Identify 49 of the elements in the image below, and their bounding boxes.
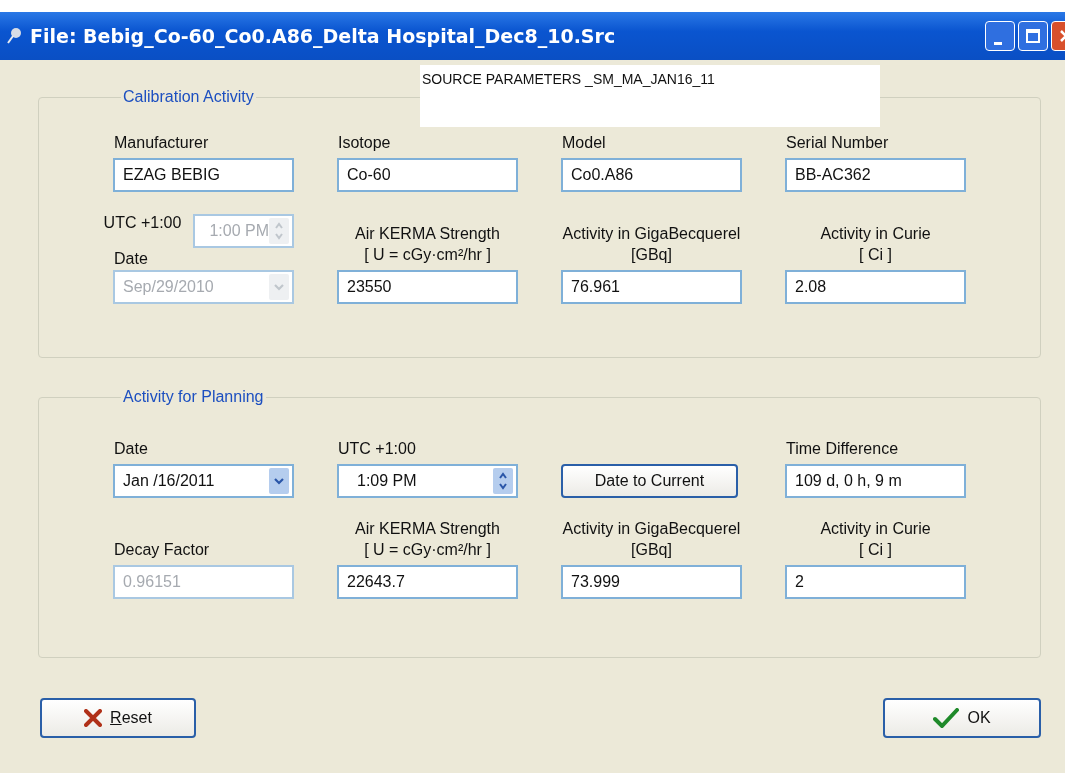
- field-label: Activity in Curie: [820, 225, 931, 243]
- unit-label: [ U = cGy·cm²/hr ]: [364, 246, 491, 264]
- date-to-current-button[interactable]: Date to Current: [561, 464, 738, 498]
- field-label: UTC +1:00: [338, 440, 416, 458]
- text-field[interactable]: 73.999: [561, 565, 742, 599]
- group-title: Activity for Planning: [122, 388, 265, 406]
- time-spinner[interactable]: 1:09 PM: [337, 464, 518, 498]
- text-field[interactable]: 2.08: [785, 270, 966, 304]
- field-label: Manufacturer: [114, 134, 209, 152]
- field-label: UTC +1:00: [103, 214, 182, 232]
- text-field[interactable]: EZAG BEBIG: [113, 158, 294, 192]
- reset-button[interactable]: Reset: [40, 698, 196, 738]
- group-title: Calibration Activity: [122, 88, 255, 106]
- window-title: File: Bebig_Co-60_Co0.A86_Delta Hospital_Dec8_10.Src: [30, 25, 617, 47]
- text-field[interactable]: 109 d, 0 h, 9 m: [785, 464, 966, 498]
- field-label: Decay Factor: [114, 541, 210, 559]
- maximize-button[interactable]: [1018, 21, 1048, 51]
- field-label: Activity in Curie: [820, 520, 931, 538]
- minimize-icon: [994, 41, 1002, 45]
- field-label: Serial Number: [786, 134, 889, 152]
- source-parameters-note: SOURCE PARAMETERS _SM_MA_JAN16_11: [420, 65, 880, 127]
- field-label: Activity in GigaBecquerel: [562, 225, 741, 243]
- date-dropdown[interactable]: Jan /16/2011: [113, 464, 294, 498]
- unit-label: [ U = cGy·cm²/hr ]: [364, 541, 491, 559]
- maximize-icon: [1025, 28, 1041, 44]
- unit-label: [GBq]: [631, 541, 672, 559]
- text-field[interactable]: Co-60: [337, 158, 518, 192]
- text-field[interactable]: 76.961: [561, 270, 742, 304]
- unit-label: [GBq]: [631, 246, 672, 264]
- text-field[interactable]: 22643.7: [337, 565, 518, 599]
- unit-label: [ Ci ]: [859, 541, 892, 559]
- minimize-button[interactable]: [985, 21, 1015, 51]
- text-field[interactable]: BB-AC362: [785, 158, 966, 192]
- unit-label: [ Ci ]: [859, 246, 892, 264]
- field-label: Time Difference: [786, 440, 899, 458]
- cross-icon: [84, 709, 103, 727]
- text-field[interactable]: 2: [785, 565, 966, 599]
- field-label: Date: [114, 440, 148, 458]
- spinner-arrows-icon[interactable]: [498, 471, 508, 491]
- field-label: Isotope: [338, 134, 391, 152]
- field-label: Model: [562, 134, 606, 152]
- ok-button[interactable]: OK: [883, 698, 1041, 738]
- field-label: Air KERMA Strength: [355, 225, 500, 243]
- text-field[interactable]: 23550: [337, 270, 518, 304]
- text-field[interactable]: Co0.A86: [561, 158, 742, 192]
- checkmark-icon: [933, 708, 960, 728]
- field-label: Air KERMA Strength: [355, 520, 500, 538]
- field-label: Activity in GigaBecquerel: [562, 520, 741, 538]
- field-label: Date: [114, 250, 148, 268]
